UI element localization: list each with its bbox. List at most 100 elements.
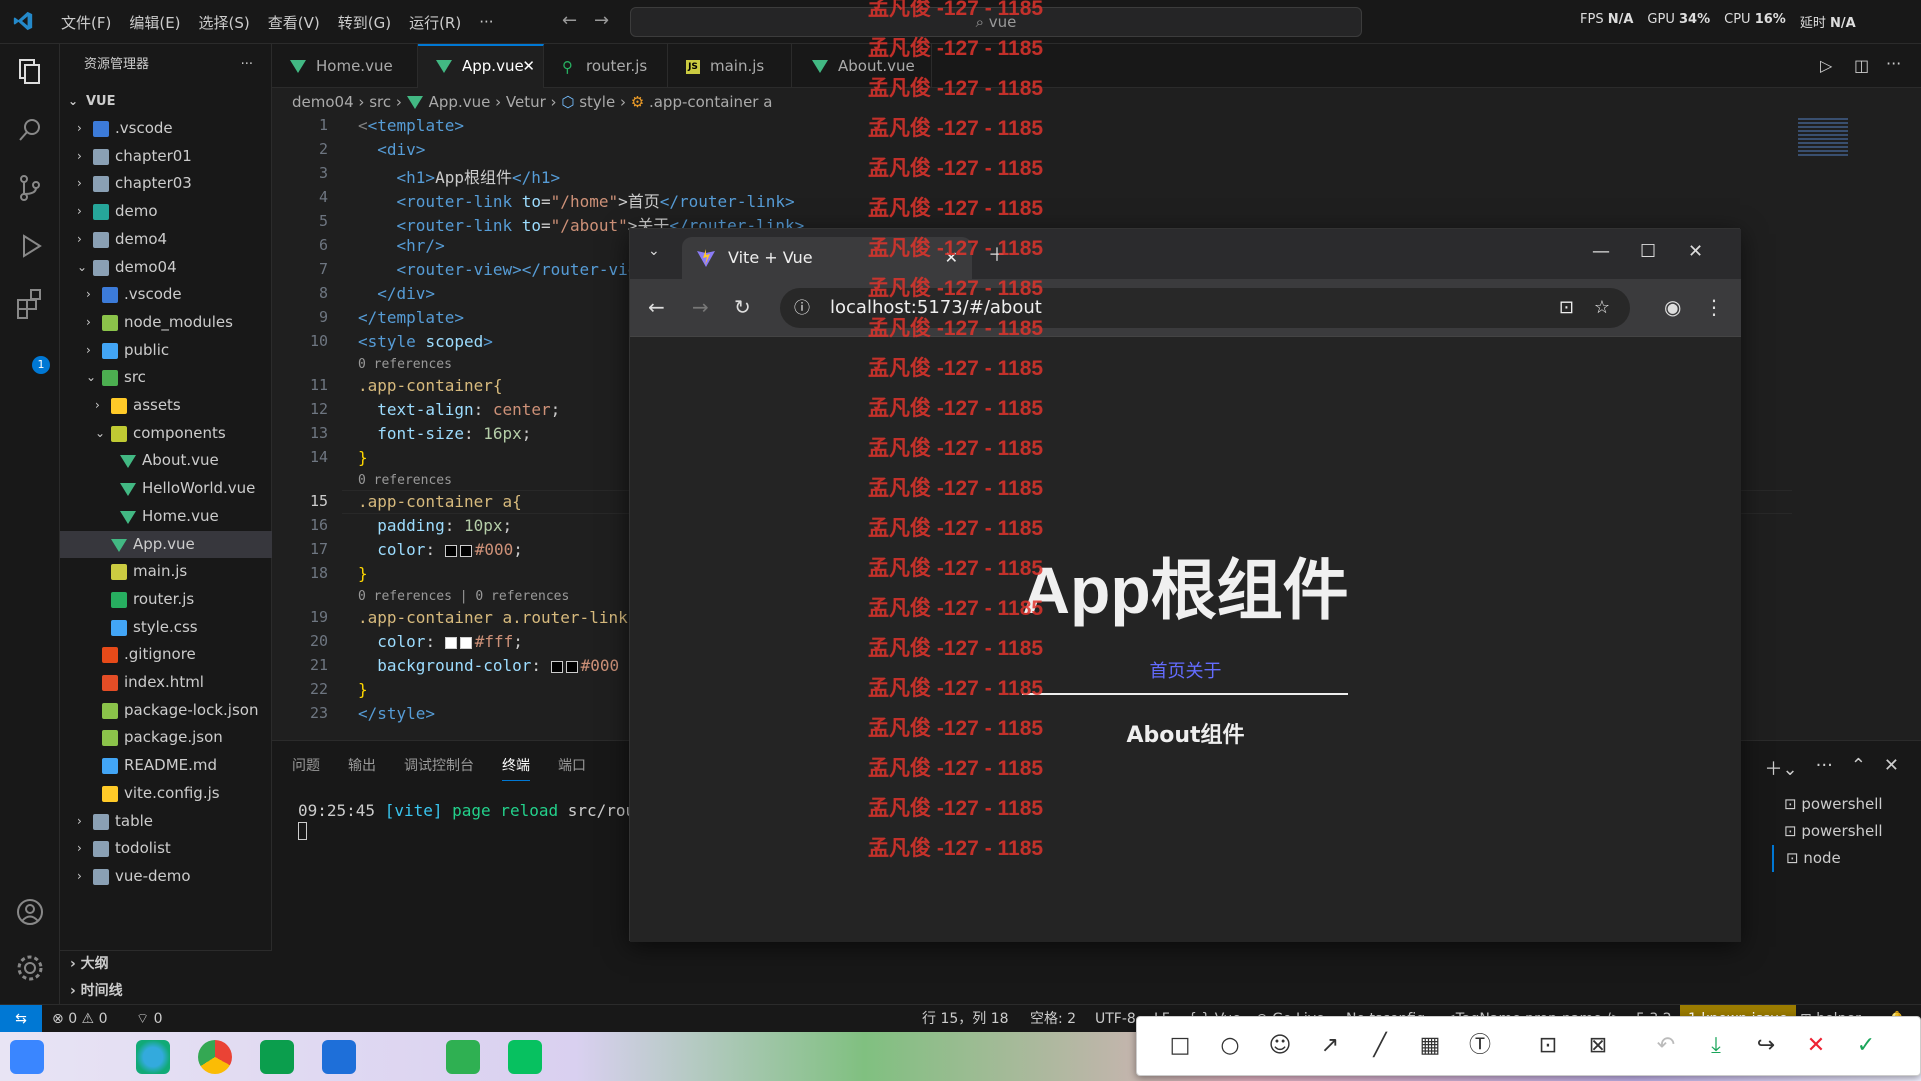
color-swatch[interactable]: [459, 544, 472, 557]
site-info-icon[interactable]: ⓘ: [794, 288, 810, 328]
account-icon[interactable]: [12, 894, 48, 930]
close-tab-icon[interactable]: ✕: [522, 46, 535, 86]
cancel-icon[interactable]: ✕: [1801, 1031, 1831, 1061]
menu-selection[interactable]: 选择(S): [190, 12, 259, 33]
tree-item[interactable]: › public: [60, 337, 272, 364]
workspace-root[interactable]: ⌄ VUE: [60, 88, 272, 115]
profile-icon[interactable]: ◉: [1664, 295, 1681, 319]
timeline-header[interactable]: › 时间线: [60, 978, 272, 1005]
menu-more[interactable]: ···: [470, 13, 502, 31]
explorer-icon[interactable]: [12, 54, 48, 90]
confirm-icon[interactable]: ✓: [1851, 1031, 1881, 1061]
mosaic-tool-icon[interactable]: ▦: [1415, 1031, 1445, 1061]
translate-icon[interactable]: ⊡: [1559, 288, 1574, 328]
tab-app-vue[interactable]: App.vue ✕: [418, 44, 544, 88]
tab-search-icon[interactable]: ⌄: [648, 243, 660, 259]
tree-item[interactable]: vite.config.js: [60, 780, 272, 807]
run-debug-icon[interactable]: [12, 228, 48, 264]
tree-item[interactable]: › demo: [60, 198, 272, 225]
tree-item[interactable]: › table: [60, 808, 272, 835]
tree-item[interactable]: › chapter03: [60, 170, 272, 197]
tree-item[interactable]: ⌄ src: [60, 364, 272, 391]
chevron-right-icon[interactable]: ›: [77, 835, 82, 862]
rectangle-tool-icon[interactable]: □: [1165, 1031, 1195, 1061]
outline-header[interactable]: › 大纲: [60, 951, 272, 978]
code-lens[interactable]: 0 references: [358, 357, 452, 372]
terminal-item[interactable]: ⊡ powershell: [1772, 791, 1921, 818]
edge-icon[interactable]: [136, 1040, 170, 1074]
color-swatch[interactable]: [444, 544, 457, 557]
menu-view[interactable]: 查看(V): [259, 12, 329, 33]
translate-tool-icon[interactable]: ⊠: [1583, 1031, 1613, 1061]
chevron-right-icon[interactable]: ›: [77, 115, 82, 142]
undo-icon[interactable]: ↶: [1651, 1031, 1681, 1061]
chevron-down-icon[interactable]: ⌄: [77, 254, 87, 281]
tree-item[interactable]: › todolist: [60, 835, 272, 862]
reload-icon[interactable]: ↻: [734, 295, 751, 319]
new-tab-icon[interactable]: ＋: [988, 241, 1006, 267]
tab-about-vue[interactable]: About.vue: [792, 44, 932, 88]
chevron-right-icon[interactable]: ›: [77, 198, 82, 225]
chevron-right-icon[interactable]: ›: [77, 226, 82, 253]
tree-item[interactable]: App.vue: [60, 530, 272, 558]
panel-more-icon[interactable]: ···: [1816, 755, 1833, 781]
run-file-icon[interactable]: ▷: [1820, 56, 1832, 75]
tree-item[interactable]: › assets: [60, 392, 272, 419]
pen-tool-icon[interactable]: ╱: [1365, 1031, 1395, 1061]
browser-menu-icon[interactable]: ⋮: [1704, 295, 1724, 319]
tab-debug-console[interactable]: 调试控制台: [404, 755, 474, 781]
bookmark-star-icon[interactable]: ☆: [1594, 288, 1610, 328]
maximize-panel-icon[interactable]: ⌃: [1851, 755, 1866, 781]
code-lens[interactable]: 0 references: [358, 473, 452, 488]
encoding[interactable]: UTF-8: [1095, 1005, 1136, 1033]
tab-router-js[interactable]: ⚲ router.js: [544, 44, 668, 88]
terminal-item[interactable]: ⊡ node: [1772, 845, 1921, 872]
more-actions-icon[interactable]: ···: [241, 44, 253, 86]
address-bar[interactable]: ⓘ localhost:5173/#/about ⊡ ☆: [780, 288, 1630, 328]
tree-item[interactable]: package-lock.json: [60, 697, 272, 724]
search-icon[interactable]: [12, 112, 48, 148]
new-terminal-icon[interactable]: ＋⌄: [1765, 755, 1798, 781]
link-home[interactable]: 首页: [1150, 661, 1186, 682]
close-window-icon[interactable]: ✕: [1688, 241, 1703, 262]
app-icon[interactable]: [260, 1040, 294, 1074]
tree-item[interactable]: › demo4: [60, 226, 272, 253]
settings-gear-icon[interactable]: [12, 950, 48, 986]
close-panel-icon[interactable]: ✕: [1884, 755, 1899, 781]
chevron-down-icon[interactable]: ⌄: [86, 364, 96, 391]
wechat-icon[interactable]: [508, 1040, 542, 1074]
code-lens[interactable]: 0 references | 0 references: [358, 589, 569, 604]
ocr-tool-icon[interactable]: ⊡: [1533, 1031, 1563, 1061]
tree-item[interactable]: About.vue: [60, 447, 272, 474]
source-control-icon[interactable]: [12, 170, 48, 206]
tree-item[interactable]: .gitignore: [60, 641, 272, 668]
command-center[interactable]: ⌕ vue: [630, 7, 1362, 37]
arrow-tool-icon[interactable]: ↗: [1315, 1031, 1345, 1061]
tree-item[interactable]: package.json: [60, 724, 272, 751]
problems-status[interactable]: ⊗ 0 ⚠ 0: [52, 1005, 107, 1033]
cursor-position[interactable]: 行 15，列 18: [922, 1005, 1009, 1033]
color-swatch[interactable]: [550, 660, 563, 673]
ports-status[interactable]: ⌔ 0: [136, 1005, 163, 1033]
tree-item[interactable]: › .vscode: [60, 115, 272, 142]
tree-item[interactable]: › chapter01: [60, 143, 272, 170]
app-icon[interactable]: [446, 1040, 480, 1074]
text-tool-icon[interactable]: Ⓣ: [1465, 1031, 1495, 1061]
menu-file[interactable]: 文件(F): [52, 12, 120, 33]
forward-icon[interactable]: →: [692, 295, 709, 319]
menu-edit[interactable]: 编辑(E): [120, 12, 189, 33]
save-icon[interactable]: ⤓: [1701, 1031, 1731, 1061]
chevron-right-icon[interactable]: ›: [77, 143, 82, 170]
tree-item[interactable]: Home.vue: [60, 503, 272, 530]
tab-terminal[interactable]: 终端: [502, 755, 530, 781]
minimap[interactable]: [1780, 116, 1900, 736]
tab-problems[interactable]: 问题: [292, 755, 320, 781]
chevron-right-icon[interactable]: ›: [77, 170, 82, 197]
split-editor-icon[interactable]: ◫: [1854, 56, 1869, 75]
tree-item[interactable]: HelloWorld.vue: [60, 475, 272, 502]
minimize-icon[interactable]: —: [1592, 241, 1610, 262]
color-swatch[interactable]: [459, 636, 472, 649]
tab-output[interactable]: 输出: [348, 755, 376, 781]
tree-item[interactable]: › vue-demo: [60, 863, 272, 890]
back-arrow-icon[interactable]: ←: [562, 10, 577, 31]
